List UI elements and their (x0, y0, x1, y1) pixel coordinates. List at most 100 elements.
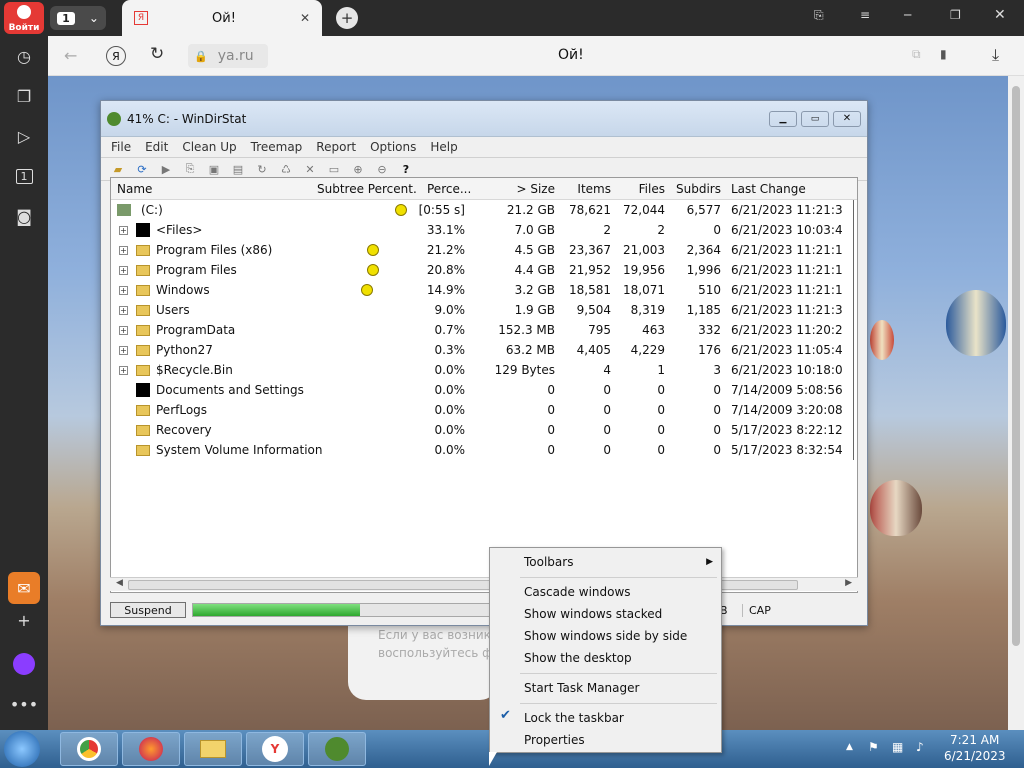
table-row[interactable]: System Volume Information 0.0% 0 0 0 0 5… (111, 440, 857, 460)
zoom-in-icon[interactable]: ⊕ (349, 160, 367, 178)
volume-icon[interactable]: ♪ (916, 740, 924, 754)
col-subtree[interactable]: Subtree Percent... (317, 178, 417, 199)
delete-icon[interactable]: ✕ (301, 160, 319, 178)
suspend-button[interactable]: Suspend (110, 602, 186, 618)
table-row[interactable]: + $Recycle.Bin 0.0% 129 Bytes 4 1 3 6/21… (111, 360, 857, 380)
last-change-cell: 7/14/2009 5:08:56 ... (731, 383, 843, 397)
tabs-button[interactable]: 1 ⌄ (50, 6, 106, 30)
menu-edit[interactable]: Edit (145, 140, 168, 154)
page-scrollbar[interactable] (1008, 76, 1024, 730)
taskbar-windirstat[interactable] (308, 732, 366, 766)
bookmark-icon[interactable]: ▮ (940, 47, 947, 61)
new-folder-icon[interactable]: ▭ (325, 160, 343, 178)
menu-item-show-desktop[interactable]: Show the desktop (524, 648, 713, 668)
more-icon[interactable]: ••• (8, 688, 40, 720)
taskbar-yandex[interactable]: Y (246, 732, 304, 766)
close-window-icon[interactable]: ✕ (994, 7, 1006, 23)
window-titlebar[interactable]: 41% C: - WinDirStat ▁ ▭ ✕ (101, 101, 867, 137)
menu-cleanup[interactable]: Clean Up (182, 140, 236, 154)
col-size[interactable]: > Size (491, 178, 555, 199)
maximize-icon[interactable]: ▭ (801, 110, 829, 127)
menu-item-stacked[interactable]: Show windows stacked (524, 604, 713, 624)
horizontal-scrollbar[interactable]: ◀ ▶ (110, 577, 858, 591)
col-subdirs[interactable]: Subdirs (673, 178, 721, 199)
mail-icon[interactable]: ✉ (8, 572, 40, 604)
menu-item-toolbars[interactable]: Toolbars ▶ (524, 552, 713, 572)
menu-file[interactable]: File (111, 140, 131, 154)
action-center-icon[interactable]: ⚑ (868, 740, 879, 754)
new-tab-button[interactable]: + (336, 7, 358, 29)
table-row[interactable]: Recovery 0.0% 0 0 0 0 5/17/2023 8:22:12 … (111, 420, 857, 440)
download-icon[interactable]: ⤓ (992, 45, 999, 65)
copy-icon[interactable]: ⎘ (181, 160, 199, 178)
network-icon[interactable]: ▦ (892, 740, 903, 754)
alice-icon[interactable] (8, 648, 40, 680)
cmd-icon[interactable]: ▤ (229, 160, 247, 178)
table-row[interactable]: Documents and Settings 0.0% 0 0 0 0 7/14… (111, 380, 857, 400)
yandex-icon[interactable]: Я (106, 46, 126, 66)
refresh-icon[interactable]: ↻ (253, 160, 271, 178)
table-row[interactable]: + Users 9.0% 1.9 GB 9,504 8,319 1,185 6/… (111, 300, 857, 320)
reload-icon[interactable]: ↻ (150, 44, 164, 64)
taskbar-explorer[interactable] (184, 732, 242, 766)
recycle-icon[interactable]: ♺ (277, 160, 295, 178)
table-row[interactable]: + Python27 0.3% 63.2 MB 4,405 4,229 176 … (111, 340, 857, 360)
table-row[interactable]: + <Files> 33.1% 7.0 GB 2 2 0 6/21/2023 1… (111, 220, 857, 240)
history-icon[interactable]: ◷ (8, 40, 40, 72)
table-row[interactable]: + ProgramData 0.7% 152.3 MB 795 463 332 … (111, 320, 857, 340)
profile-button[interactable]: Войти (4, 2, 44, 34)
camera-icon[interactable]: ◙ (8, 200, 40, 232)
table-row[interactable]: + Program Files 20.8% 4.4 GB 21,952 19,9… (111, 260, 857, 280)
menu-icon[interactable]: ≡ (860, 8, 870, 22)
table-row[interactable]: (C:) [0:55 s] 21.2 GB 78,621 72,044 6,57… (111, 200, 857, 220)
table-row[interactable]: + Windows 14.9% 3.2 GB 18,581 18,071 510… (111, 280, 857, 300)
col-items[interactable]: Items (563, 178, 611, 199)
close-tab-icon[interactable]: ✕ (300, 11, 310, 25)
bookmarks-panel-icon[interactable]: ⎘ (814, 8, 824, 23)
url-field[interactable]: 🔒 ya.ru (188, 44, 268, 68)
refresh-all-icon[interactable]: ⟳ (133, 160, 151, 178)
play-icon[interactable]: ▷ (8, 120, 40, 152)
minimize-icon[interactable]: ▁ (769, 110, 797, 127)
taskbar-chrome[interactable] (60, 732, 118, 766)
show-hidden-icons[interactable]: ▲ (846, 742, 853, 752)
menu-item-cascade[interactable]: Cascade windows (524, 582, 713, 602)
taskbar-firefox[interactable] (122, 732, 180, 766)
help-icon[interactable]: ? (397, 160, 415, 178)
col-last-change[interactable]: Last Change (731, 178, 841, 199)
play-icon[interactable]: ▶ (157, 160, 175, 178)
menu-help[interactable]: Help (430, 140, 457, 154)
clock-time[interactable]: 7:21 AM (950, 733, 999, 747)
menu-item-lock-taskbar[interactable]: Lock the taskbar (524, 708, 713, 728)
start-button[interactable] (4, 731, 40, 767)
minimize-icon[interactable]: ─ (904, 8, 911, 22)
menu-options[interactable]: Options (370, 140, 416, 154)
scroll-right-icon[interactable]: ▶ (845, 578, 852, 588)
collections-icon[interactable]: ❐ (8, 80, 40, 112)
open-icon[interactable]: ▰ (109, 160, 127, 178)
menu-treemap[interactable]: Treemap (251, 140, 303, 154)
scroll-thumb[interactable] (1012, 86, 1020, 646)
pacman-icon (361, 284, 373, 296)
clock-date[interactable]: 6/21/2023 (944, 749, 1006, 763)
col-percent[interactable]: Perce... (427, 178, 471, 199)
zoom-out-icon[interactable]: ⊖ (373, 160, 391, 178)
tab-active[interactable]: Я Ой! ✕ (122, 0, 322, 36)
tab-bar: 1 ⌄ Я Ой! ✕ + ⎘ ≡ ─ ❐ ✕ (48, 0, 1024, 36)
menu-report[interactable]: Report (316, 140, 356, 154)
table-row[interactable]: + Program Files (x86) 21.2% 4.5 GB 23,36… (111, 240, 857, 260)
explorer-icon[interactable]: ▣ (205, 160, 223, 178)
restore-icon[interactable]: ❐ (950, 8, 961, 22)
close-icon[interactable]: ✕ (833, 110, 861, 127)
scroll-left-icon[interactable]: ◀ (116, 578, 123, 588)
number-icon[interactable]: 1 (8, 160, 40, 192)
add-icon[interactable]: + (8, 604, 40, 636)
col-files[interactable]: Files (619, 178, 665, 199)
menu-item-task-manager[interactable]: Start Task Manager (524, 678, 713, 698)
menu-item-side-by-side[interactable]: Show windows side by side (524, 626, 713, 646)
table-row[interactable]: PerfLogs 0.0% 0 0 0 0 7/14/2009 3:20:08 … (111, 400, 857, 420)
translate-icon[interactable]: ⧉ (912, 47, 921, 62)
back-icon[interactable]: ← (64, 46, 77, 65)
menu-item-properties[interactable]: Properties (524, 730, 713, 750)
col-name[interactable]: Name (117, 178, 307, 199)
